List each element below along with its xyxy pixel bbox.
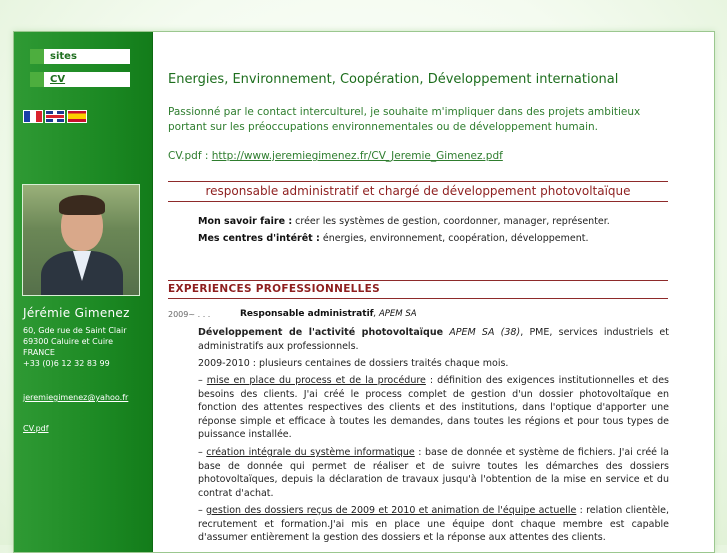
- flag-es-icon[interactable]: [67, 110, 87, 123]
- person-name: Jérémie Gimenez: [23, 306, 130, 320]
- interets-label: Mes centres d'intérêt :: [198, 233, 320, 244]
- savoir-text: créer les systèmes de gestion, coordonne…: [295, 216, 610, 227]
- page-frame: sites CV Jérémie Gimenez 60, Gde rue de …: [13, 31, 715, 553]
- email-link[interactable]: jeremiegimenez@yahoo.fr: [23, 393, 128, 402]
- sidebar-cv-link[interactable]: CV.pdf: [23, 424, 49, 433]
- divider: [168, 201, 668, 202]
- item1-title: mise en place du process et de la procéd…: [206, 375, 426, 386]
- job-company: , APEM SA: [373, 309, 417, 319]
- sidebar: sites CV Jérémie Gimenez 60, Gde rue de …: [14, 32, 153, 552]
- interets-text: énergies, environnement, coopération, dé…: [322, 233, 589, 244]
- section-title: EXPERIENCES PROFESSIONNELLES: [168, 283, 380, 295]
- divider: [168, 181, 668, 182]
- dossiers-line: 2009-2010 : plusieurs centaines de dossi…: [198, 358, 509, 369]
- language-flags: [23, 110, 87, 123]
- address-line: 60, Gde rue de Saint Clair: [23, 326, 127, 335]
- nav-sites[interactable]: sites: [30, 49, 130, 64]
- dash: –: [198, 505, 207, 516]
- savoir-faire: Mon savoir faire : créer les systèmes de…: [198, 216, 610, 227]
- flag-fr-icon[interactable]: [23, 110, 43, 123]
- item-informatique: – création intégrale du système informat…: [198, 446, 669, 500]
- nav-cv[interactable]: CV: [30, 72, 130, 87]
- job-role: Responsable administratif, APEM SA: [240, 309, 417, 319]
- dev-title: Développement de l'activité photovoltaïq…: [198, 327, 444, 338]
- item2-title: création intégrale du système informatiq…: [206, 447, 415, 458]
- profile-photo: [22, 184, 140, 296]
- dev-paragraph: Développement de l'activité photovoltaïq…: [198, 326, 669, 353]
- dash: –: [198, 375, 207, 386]
- intro-text: Passionné par le contact interculturel, …: [168, 106, 641, 133]
- item-gestion: – gestion des dossiers reçus de 2009 et …: [198, 504, 669, 545]
- item3-title: gestion des dossiers reçus de 2009 et 20…: [206, 505, 577, 516]
- item-process: – mise en place du process et de la proc…: [198, 374, 669, 442]
- flag-uk-icon[interactable]: [45, 110, 65, 123]
- divider: [168, 280, 668, 281]
- cv-label: CV.pdf :: [168, 150, 209, 162]
- cv-line: CV.pdf : http://www.jeremiegimenez.fr/CV…: [168, 150, 503, 162]
- job-role-title: Responsable administratif: [240, 309, 374, 319]
- page-title: Energies, Environnement, Coopération, Dé…: [168, 72, 619, 87]
- divider: [168, 298, 668, 299]
- phone: +33 (0)6 12 32 83 99: [23, 359, 110, 368]
- centres-interet: Mes centres d'intérêt : énergies, enviro…: [198, 233, 588, 244]
- cv-url-link[interactable]: http://www.jeremiegimenez.fr/CV_Jeremie_…: [212, 150, 503, 162]
- post-title: responsable administratif et chargé de d…: [205, 184, 631, 198]
- job-period: 2009~ . . .: [168, 310, 211, 319]
- savoir-label: Mon savoir faire :: [198, 216, 293, 227]
- dev-company: APEM SA (38): [449, 327, 521, 338]
- photo-hair: [59, 195, 105, 215]
- address-line: FRANCE: [23, 348, 55, 357]
- address-line: 69300 Caluire et Cuire: [23, 337, 114, 346]
- address-block: 60, Gde rue de Saint Clair 69300 Caluire…: [23, 325, 127, 369]
